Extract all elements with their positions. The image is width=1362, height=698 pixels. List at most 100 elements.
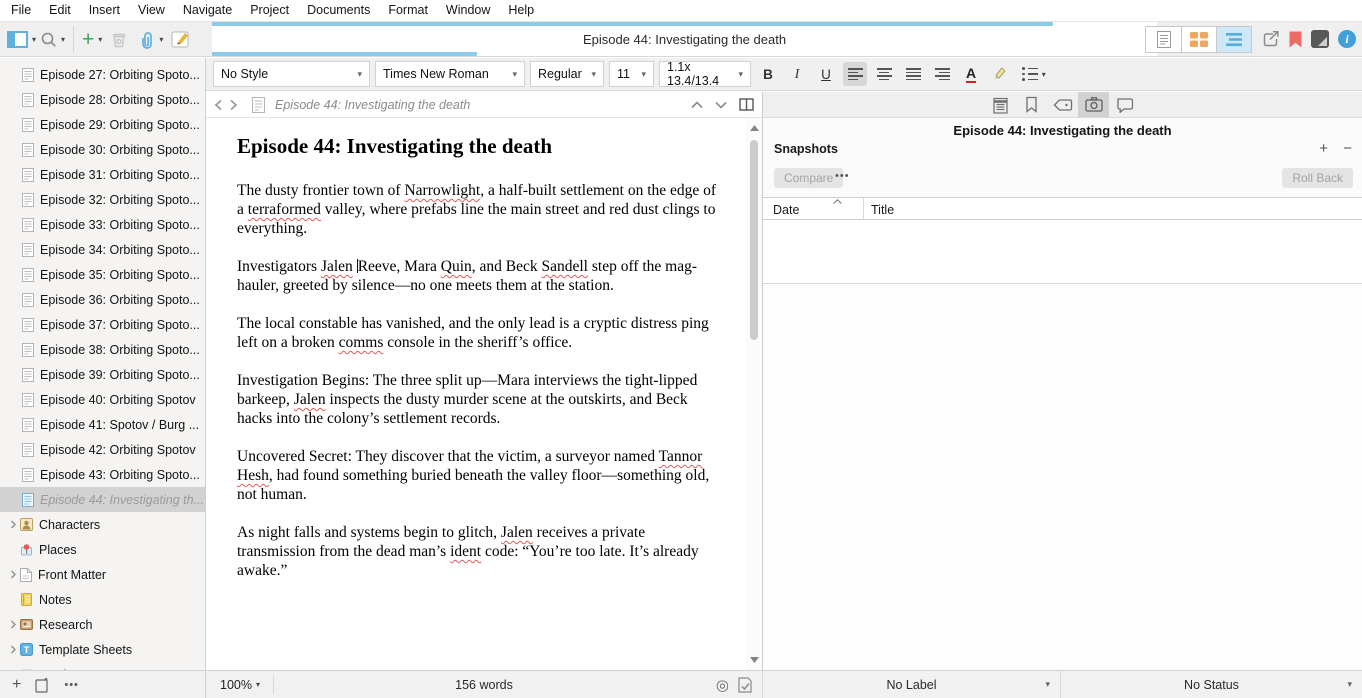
line-spacing-dropdown[interactable]: 1.1x 13.4/13.4▾ [659,61,751,87]
bookmark-icon[interactable] [1289,31,1302,48]
add-item-icon[interactable]: + [82,31,94,48]
text-color-button[interactable]: A [959,62,983,86]
highlight-button[interactable] [988,62,1012,86]
binder-add-document-icon[interactable] [35,677,50,693]
column-divider[interactable] [863,198,864,219]
expand-chevron-icon[interactable] [6,570,20,579]
history-back-icon[interactable] [214,99,223,111]
share-icon[interactable] [1261,30,1280,49]
binder-item[interactable]: Episode 35: Orbiting Spoto... [0,262,205,287]
binder-item[interactable]: Episode 32: Orbiting Spoto... [0,187,205,212]
compose-icon[interactable] [171,30,190,48]
scroll-up-icon[interactable] [746,120,762,136]
editor-text-area[interactable]: Episode 44: Investigating the death The … [206,118,746,670]
snapshot-options-button[interactable]: ••• [835,170,850,182]
tab-snapshots-icon[interactable] [1078,92,1109,117]
column-header-title[interactable]: Title [871,203,894,217]
underline-button[interactable]: U [814,62,838,86]
binder-item-template-sheets[interactable]: TTemplate Sheets [0,637,205,662]
add-snapshot-button[interactable]: + [1319,140,1328,157]
menu-format[interactable]: Format [379,0,437,21]
align-left-button[interactable] [843,62,867,86]
binder-item[interactable]: Episode 42: Orbiting Spotov [0,437,205,462]
remove-snapshot-button[interactable]: − [1343,140,1352,157]
search-icon[interactable] [40,31,57,48]
menu-file[interactable]: File [2,0,40,21]
tab-notes-icon[interactable] [985,92,1016,117]
menu-insert[interactable]: Insert [80,0,129,21]
status-dropdown[interactable]: No Status▾ [1061,671,1362,698]
split-editor-icon[interactable] [739,98,754,111]
compose-mode-icon[interactable] [1311,30,1329,48]
style-dropdown[interactable]: No Style▾ [213,61,370,87]
binder-item[interactable]: Episode 30: Orbiting Spoto... [0,137,205,162]
align-center-button[interactable] [872,62,896,86]
info-icon[interactable]: i [1338,30,1356,48]
menu-view[interactable]: View [129,0,174,21]
previous-document-icon[interactable] [691,101,703,109]
binder-item[interactable]: Episode 36: Orbiting Spoto... [0,287,205,312]
compare-button[interactable]: Compare [774,168,843,188]
binder-item-research[interactable]: Research [0,612,205,637]
menu-navigate[interactable]: Navigate [174,0,241,21]
list-button[interactable]: ▾ [1017,62,1051,86]
label-dropdown[interactable]: No Label▾ [762,671,1061,698]
menu-edit[interactable]: Edit [40,0,80,21]
align-justify-button[interactable] [901,62,925,86]
binder-item[interactable]: Episode 39: Orbiting Spoto... [0,362,205,387]
binder-item[interactable]: Episode 34: Orbiting Spoto... [0,237,205,262]
scroll-down-icon[interactable] [746,652,762,668]
editor-scrollbar[interactable] [746,118,762,670]
align-right-button[interactable] [930,62,954,86]
rollback-button[interactable]: Roll Back [1282,168,1353,188]
binder-add-icon[interactable]: + [12,676,21,694]
font-dropdown[interactable]: Times New Roman▾ [375,61,525,87]
binder-item[interactable]: Episode 33: Orbiting Spoto... [0,212,205,237]
binder-item[interactable]: Episode 27: Orbiting Spoto... [0,62,205,87]
binder-item-characters[interactable]: Characters [0,512,205,537]
binder-item-front-matter[interactable]: Front Matter [0,562,205,587]
binder-item[interactable]: Episode 38: Orbiting Spoto... [0,337,205,362]
binder-item-selected[interactable]: Episode 44: Investigating th... [0,487,205,512]
sort-ascending-icon[interactable] [833,199,842,204]
tab-comments-icon[interactable] [1109,92,1140,117]
corkboard-view-button[interactable] [1181,27,1216,52]
binder-item[interactable]: Episode 43: Orbiting Spoto... [0,462,205,487]
expand-chevron-icon[interactable] [6,520,20,529]
menu-help[interactable]: Help [499,0,543,21]
font-size-dropdown[interactable]: 11▾ [609,61,654,87]
bold-button[interactable]: B [756,62,780,86]
expand-chevron-icon[interactable] [6,620,20,629]
editor-scrollbar-thumb[interactable] [750,140,758,340]
binder-item[interactable]: Episode 41: Spotov / Burg ... [0,412,205,437]
outline-view-button[interactable] [1216,27,1251,52]
binder-item[interactable]: Episode 37: Orbiting Spoto... [0,312,205,337]
binder-item[interactable]: Episode 31: Orbiting Spoto... [0,162,205,187]
binder-toggle-icon[interactable] [7,31,28,48]
binder-item-notes[interactable]: Notes [0,587,205,612]
binder-toggle-caret[interactable]: ▾ [32,35,36,44]
menu-project[interactable]: Project [241,0,298,21]
binder-item[interactable]: Episode 29: Orbiting Spoto... [0,112,205,137]
document-view-button[interactable] [1146,27,1181,52]
target-icon[interactable]: ◎ [716,676,729,694]
paperclip-icon[interactable] [138,30,155,49]
history-forward-icon[interactable] [229,99,238,111]
binder-item[interactable]: Episode 28: Orbiting Spoto... [0,87,205,112]
binder-item[interactable]: Episode 40: Orbiting Spotov [0,387,205,412]
tab-bookmarks-icon[interactable] [1016,92,1047,117]
menu-documents[interactable]: Documents [298,0,379,21]
binder-item-trash[interactable]: Trash [0,662,205,670]
menu-window[interactable]: Window [437,0,499,21]
snapshots-list[interactable] [763,220,1362,283]
italic-button[interactable]: I [785,62,809,86]
next-document-icon[interactable] [715,101,727,109]
font-weight-dropdown[interactable]: Regular▾ [530,61,604,87]
binder-options-icon[interactable]: ••• [64,679,79,691]
add-item-caret[interactable]: ▾ [98,35,102,44]
column-header-date[interactable]: Date [773,203,799,217]
expand-chevron-icon[interactable] [6,645,20,654]
mark-reviewed-icon[interactable] [738,677,752,693]
binder-item-places[interactable]: Places [0,537,205,562]
tab-metadata-icon[interactable] [1047,92,1078,117]
